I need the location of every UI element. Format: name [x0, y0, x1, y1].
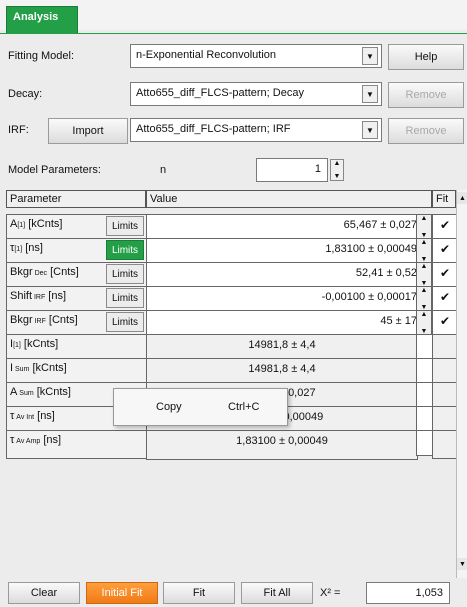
- param-subscript: [1]: [17, 222, 26, 229]
- param-unit: [ns]: [22, 242, 43, 254]
- table-row: τ Av Amp [ns] 1,83100 ± 0,00049: [6, 430, 458, 460]
- irf-select[interactable]: Atto655_diff_FLCS-pattern; IRF: [130, 118, 382, 142]
- arrow-up-icon[interactable]: ▲: [421, 287, 428, 294]
- initial-fit-button[interactable]: Initial Fit: [86, 582, 158, 604]
- menu-item-copy[interactable]: Copy Ctrl+C: [116, 391, 286, 423]
- decay-value: Atto655_diff_FLCS-pattern; Decay: [136, 87, 304, 99]
- fit-button[interactable]: Fit: [163, 582, 235, 604]
- limits-button[interactable]: Limits: [106, 288, 144, 308]
- limits-button[interactable]: Limits: [106, 216, 144, 236]
- chi-square-value: 1,053: [366, 582, 450, 604]
- table-row: τ[1] [ns] Limits 1,83100 ± 0,00049 ▲ ▼ ✔: [6, 238, 458, 268]
- param-unit: [Cnts]: [45, 314, 78, 326]
- table-row: A[1] [kCnts] Limits 65,467 ± 0,027 ▲ ▼ ✔: [6, 214, 458, 244]
- param-subscript: Sum: [17, 390, 34, 397]
- arrow-up-icon[interactable]: ▲: [334, 160, 341, 167]
- n-input[interactable]: 1: [256, 158, 328, 182]
- value-stepper[interactable]: ▲ ▼: [416, 238, 432, 264]
- limits-button[interactable]: Limits: [106, 264, 144, 284]
- param-unit: [kCnts]: [33, 386, 71, 398]
- param-unit: [kCnts]: [29, 362, 67, 374]
- chi-square-label: X² =: [320, 587, 341, 599]
- fit-cell: [432, 430, 458, 459]
- n-stepper[interactable]: ▲ ▼: [330, 159, 344, 181]
- param-subscript: Dec: [32, 270, 48, 277]
- chevron-down-icon[interactable]: ▼: [362, 121, 378, 139]
- copy-label: Copy: [156, 401, 182, 413]
- param-unit: [ns]: [34, 410, 55, 422]
- tab-divider: [0, 33, 467, 34]
- arrow-down-icon[interactable]: ▼: [457, 558, 467, 570]
- param-subscript: Sum: [13, 366, 30, 373]
- param-unit: [kCnts]: [20, 338, 59, 350]
- param-name: Bkgr: [10, 266, 33, 278]
- help-button[interactable]: Help: [388, 44, 464, 70]
- parameter-table: Parameter Value Fit A[1] [kCnts] Limits …: [6, 190, 458, 570]
- fit-all-button[interactable]: Fit All: [241, 582, 313, 604]
- table-row: Bkgr Dec [Cnts] Limits 52,41 ± 0,52 ▲ ▼ ✔: [6, 262, 458, 292]
- arrow-up-icon[interactable]: ▲: [421, 263, 428, 270]
- model-parameters-label: Model Parameters:: [8, 164, 101, 176]
- copy-shortcut: Ctrl+C: [228, 401, 260, 413]
- param-name: Bkgr: [10, 314, 33, 326]
- param-name: Shift: [10, 290, 33, 302]
- arrow-down-icon[interactable]: ▼: [334, 173, 341, 180]
- fitting-model-value: n-Exponential Reconvolution: [136, 49, 277, 61]
- n-label: n: [160, 164, 167, 176]
- import-button[interactable]: Import: [48, 118, 128, 144]
- param-unit: [ns]: [45, 290, 67, 302]
- clear-button[interactable]: Clear: [8, 582, 80, 604]
- context-menu: Copy Ctrl+C: [113, 388, 288, 426]
- arrow-up-icon[interactable]: ▲: [421, 215, 428, 222]
- param-unit: [Cnts]: [47, 266, 79, 278]
- chevron-down-icon[interactable]: ▼: [362, 47, 378, 65]
- arrow-up-icon[interactable]: ▲: [457, 192, 467, 204]
- arrow-up-icon[interactable]: ▲: [421, 311, 428, 318]
- table-row: Bkgr IRF [Cnts] Limits 45 ± 17 ▲ ▼ ✔: [6, 310, 458, 340]
- tab-analysis[interactable]: Analysis: [6, 6, 78, 34]
- param-subscript: [1]: [13, 342, 21, 349]
- header-parameter: Parameter: [6, 190, 146, 208]
- value-stepper[interactable]: ▲ ▼: [416, 214, 432, 240]
- header-value: Value: [146, 190, 432, 208]
- limits-button[interactable]: Limits: [106, 312, 144, 332]
- limits-button[interactable]: Limits: [106, 240, 144, 260]
- fitting-model-select[interactable]: n-Exponential Reconvolution: [130, 44, 382, 68]
- chevron-down-icon[interactable]: ▼: [362, 85, 378, 103]
- arrow-up-icon[interactable]: ▲: [421, 239, 428, 246]
- fitting-model-label: Fitting Model:: [8, 50, 75, 62]
- param-subscript: Av Amp: [14, 438, 41, 445]
- decay-select[interactable]: Atto655_diff_FLCS-pattern; Decay: [130, 82, 382, 106]
- decay-remove-button[interactable]: Remove: [388, 82, 464, 108]
- decay-label: Decay:: [8, 88, 43, 100]
- param-subscript: Av Int: [14, 414, 35, 421]
- param-subscript: IRF: [32, 318, 46, 325]
- table-row: I Sum [kCnts] 14981,8 ± 4,4: [6, 358, 458, 388]
- param-unit: [ns]: [40, 434, 62, 446]
- table-row: Shift IRF [ns] Limits -0,00100 ± 0,00017…: [6, 286, 458, 316]
- param-subscript: [1]: [14, 246, 23, 253]
- irf-remove-button[interactable]: Remove: [388, 118, 464, 144]
- irf-value: Atto655_diff_FLCS-pattern; IRF: [136, 123, 291, 135]
- param-unit: [kCnts]: [25, 218, 63, 230]
- bottom-toolbar: Clear Initial Fit Fit Fit All X² = 1,053: [0, 578, 467, 607]
- value-stepper[interactable]: ▲ ▼: [416, 262, 432, 288]
- value-stepper[interactable]: ▲ ▼: [416, 286, 432, 312]
- parameter-cell: τ Av Amp [ns]: [6, 430, 151, 459]
- table-scrollbar[interactable]: ▲ ▼: [456, 190, 467, 582]
- table-row: I[1] [kCnts] 14981,8 ± 4,4: [6, 334, 458, 364]
- value-readonly: 1,83100 ± 0,00049: [146, 430, 418, 460]
- header-fit: Fit: [432, 190, 456, 208]
- value-stepper[interactable]: ▲ ▼: [416, 310, 432, 336]
- irf-label: IRF:: [8, 124, 29, 136]
- param-subscript: IRF: [32, 294, 46, 301]
